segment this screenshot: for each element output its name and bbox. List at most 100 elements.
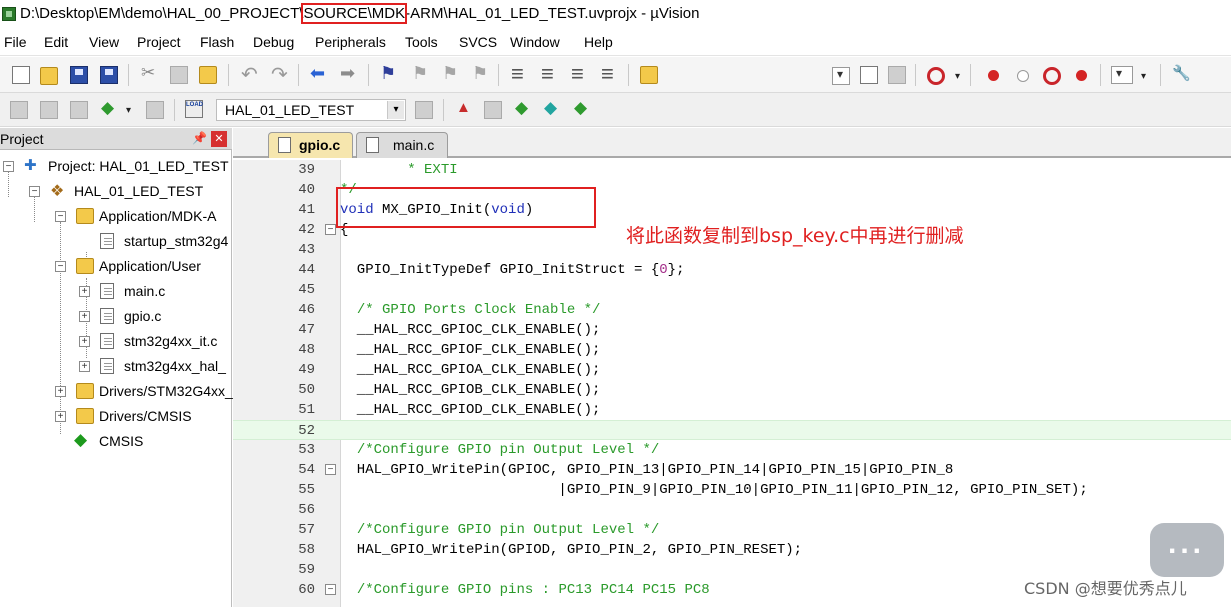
manage-project-items-icon[interactable] — [455, 99, 473, 119]
expand-icon[interactable]: + — [55, 386, 66, 397]
tree-item-group-mdk[interactable]: − Application/MDK-A — [0, 205, 232, 230]
tree-item-group-drivers-hal[interactable]: + Drivers/STM32G4xx_ — [0, 380, 233, 405]
code-line[interactable]: 51 __HAL_RCC_GPIOD_CLK_ENABLE(); — [233, 400, 1231, 420]
find-in-files-icon[interactable] — [640, 66, 658, 84]
save-icon[interactable] — [70, 66, 88, 84]
copy-icon[interactable] — [170, 66, 188, 84]
uncomment-icon[interactable] — [600, 61, 618, 87]
tree-item-main-c[interactable]: + main.c — [0, 280, 232, 305]
translate-icon[interactable] — [10, 101, 28, 119]
menu-svcs[interactable]: SVCS — [459, 34, 497, 50]
clear-bookmarks-icon[interactable] — [470, 63, 488, 84]
fold-toggle-icon[interactable]: − — [325, 584, 336, 595]
code-line[interactable]: 45 — [233, 280, 1231, 300]
open-file-icon[interactable] — [40, 67, 58, 85]
manage-run-time-environment-icon[interactable] — [514, 98, 532, 119]
expand-icon[interactable]: + — [79, 286, 90, 297]
code-line[interactable]: 54− HAL_GPIO_WritePin(GPIOC, GPIO_PIN_13… — [233, 460, 1231, 480]
indent-icon[interactable] — [510, 61, 528, 87]
code-line[interactable]: 58 HAL_GPIO_WritePin(GPIOD, GPIO_PIN_2, … — [233, 540, 1231, 560]
code-line[interactable]: 52 — [233, 420, 1231, 440]
expand-icon[interactable]: + — [79, 311, 90, 322]
bookmark-icon[interactable] — [378, 63, 396, 84]
tree-item-group-drivers-cmsis[interactable]: + Drivers/CMSIS — [0, 405, 232, 430]
tree-item-gpio-c[interactable]: + gpio.c — [0, 305, 232, 330]
tree-item-startup-file[interactable]: startup_stm32g4 — [0, 230, 232, 255]
chevron-down-icon[interactable]: ▾ — [387, 101, 404, 119]
menu-flash[interactable]: Flash — [200, 34, 234, 50]
tree-item-target[interactable]: − HAL_01_LED_TEST — [0, 180, 232, 205]
tree-item-cmsis[interactable]: CMSIS — [0, 430, 232, 455]
find-combo-icon[interactable] — [832, 67, 850, 85]
next-bookmark-icon[interactable] — [440, 63, 458, 84]
navigate-back-icon[interactable] — [310, 63, 328, 84]
enable-breakpoint-icon[interactable] — [1013, 66, 1031, 84]
collapse-icon[interactable]: − — [29, 186, 40, 197]
tab-gpio-c[interactable]: gpio.c — [268, 132, 353, 158]
code-line[interactable]: 53 /*Configure GPIO pin Output Level */ — [233, 440, 1231, 460]
prev-bookmark-icon[interactable] — [410, 63, 428, 84]
collapse-icon[interactable]: − — [3, 161, 14, 172]
code-line[interactable]: 47 __HAL_RCC_GPIOC_CLK_ENABLE(); — [233, 320, 1231, 340]
tree-item-group-user[interactable]: − Application/User — [0, 255, 232, 280]
incremental-find-icon[interactable] — [888, 66, 906, 84]
save-all-icon[interactable] — [100, 66, 118, 84]
code-line[interactable]: 50 __HAL_RCC_GPIOB_CLK_ENABLE(); — [233, 380, 1231, 400]
unindent-icon[interactable] — [540, 61, 558, 87]
menu-file[interactable]: File — [4, 34, 27, 50]
collapse-icon[interactable]: − — [55, 211, 66, 222]
tree-item-project[interactable]: − Project: HAL_01_LED_TEST — [0, 155, 232, 180]
chat-bubble-icon[interactable] — [1150, 523, 1224, 577]
code-line[interactable]: 56 — [233, 500, 1231, 520]
window-layout-icon[interactable] — [1111, 66, 1133, 84]
target-options-icon[interactable] — [415, 101, 433, 119]
menu-help[interactable]: Help — [584, 34, 613, 50]
tab-main-c[interactable]: main.c — [356, 132, 448, 158]
redo-icon[interactable] — [270, 62, 288, 87]
expand-icon[interactable]: + — [55, 411, 66, 422]
paste-icon[interactable] — [199, 66, 217, 84]
manage-multi-project-icon[interactable] — [484, 101, 502, 119]
find-icon[interactable] — [860, 66, 878, 84]
close-icon[interactable]: ✕ — [211, 131, 227, 147]
menu-view[interactable]: View — [89, 34, 119, 50]
select-software-packs-icon[interactable] — [543, 98, 561, 119]
tree-item-it-c[interactable]: + stm32g4xx_it.c — [0, 330, 232, 355]
stop-build-icon[interactable] — [146, 101, 164, 119]
debug-session-icon[interactable] — [926, 66, 945, 85]
fold-toggle-icon[interactable]: − — [325, 224, 336, 235]
chevron-down-icon[interactable]: ▾ — [955, 71, 963, 82]
rebuild-icon[interactable] — [70, 101, 88, 119]
expand-icon[interactable]: + — [79, 336, 90, 347]
pack-installer-icon[interactable] — [573, 98, 591, 119]
menu-window[interactable]: Window — [510, 34, 560, 50]
pin-icon[interactable]: 📌 — [192, 131, 207, 145]
code-line[interactable]: 39 * EXTI — [233, 160, 1231, 180]
target-select[interactable]: HAL_01_LED_TEST ▾ — [216, 99, 406, 121]
new-file-icon[interactable] — [12, 66, 30, 84]
menu-edit[interactable]: Edit — [44, 34, 68, 50]
navigate-forward-icon[interactable] — [340, 63, 358, 84]
build-icon[interactable] — [40, 101, 58, 119]
cut-icon[interactable] — [140, 63, 158, 84]
code-line[interactable]: 44 GPIO_InitTypeDef GPIO_InitStruct = {0… — [233, 260, 1231, 280]
insert-breakpoint-icon[interactable] — [984, 66, 1002, 84]
expand-icon[interactable]: + — [79, 361, 90, 372]
code-line[interactable]: 49 __HAL_RCC_GPIOA_CLK_ENABLE(); — [233, 360, 1231, 380]
batch-build-icon[interactable] — [100, 98, 118, 119]
chevron-down-icon[interactable]: ▾ — [126, 105, 134, 116]
menu-peripherals[interactable]: Peripherals — [315, 34, 386, 50]
fold-toggle-icon[interactable]: − — [325, 464, 336, 475]
undo-icon[interactable] — [240, 62, 258, 87]
code-line[interactable]: 55 |GPIO_PIN_9|GPIO_PIN_10|GPIO_PIN_11|G… — [233, 480, 1231, 500]
download-icon[interactable] — [185, 100, 203, 118]
tree-item-hal-msp-c[interactable]: + stm32g4xx_hal_ — [0, 355, 232, 380]
code-line[interactable]: 46 /* GPIO Ports Clock Enable */ — [233, 300, 1231, 320]
code-line[interactable]: 57 /*Configure GPIO pin Output Level */ — [233, 520, 1231, 540]
menu-project[interactable]: Project — [137, 34, 181, 50]
code-line[interactable]: 48 __HAL_RCC_GPIOF_CLK_ENABLE(); — [233, 340, 1231, 360]
menu-tools[interactable]: Tools — [405, 34, 438, 50]
chevron-down-icon[interactable]: ▾ — [1141, 71, 1149, 82]
disable-breakpoints-icon[interactable] — [1042, 66, 1061, 85]
kill-breakpoints-icon[interactable] — [1072, 66, 1090, 84]
